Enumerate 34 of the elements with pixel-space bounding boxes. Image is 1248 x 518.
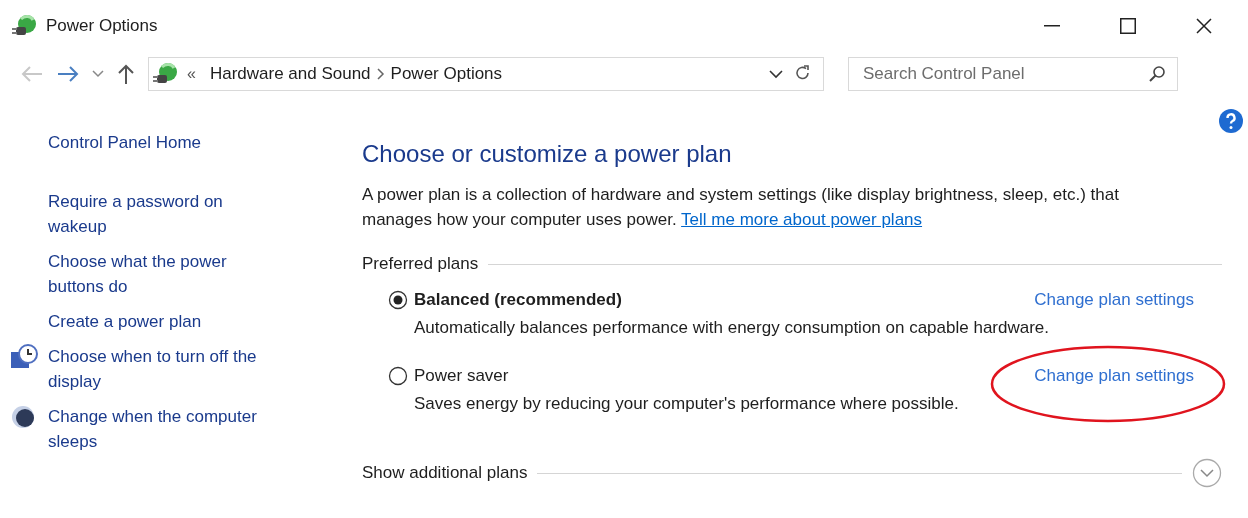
- sidebar-link[interactable]: Change when the computer sleeps: [48, 404, 284, 454]
- minimize-icon[interactable]: [1044, 25, 1060, 27]
- sidebar-link[interactable]: Require a password on wakeup: [48, 189, 284, 239]
- help-icon[interactable]: [1218, 108, 1244, 134]
- sidebar-link[interactable]: Choose what the power buttons do: [48, 249, 284, 299]
- sidebar-link[interactable]: Create a power plan: [48, 309, 284, 334]
- close-icon[interactable]: [1196, 18, 1212, 34]
- breadcrumb[interactable]: Power Options: [384, 64, 509, 84]
- help-link[interactable]: Tell me more about power plans: [681, 210, 923, 229]
- chevron-down-icon[interactable]: [769, 69, 783, 79]
- plan-name: Power saver: [414, 366, 510, 386]
- plan-description: Automatically balances performance with energy consumption on capable hardware.: [414, 318, 1051, 338]
- change-plan-settings-link[interactable]: Change plan settings: [1034, 290, 1194, 310]
- search-field[interactable]: Search Control Panel: [848, 57, 1178, 91]
- clock-monitor-icon: [10, 344, 40, 370]
- group-label: Preferred plans: [362, 254, 479, 274]
- sidebar-link[interactable]: Choose when to turn off the display: [48, 344, 284, 394]
- chevron-right-icon[interactable]: [376, 68, 385, 80]
- sidebar-link[interactable]: Control Panel Home: [48, 130, 284, 155]
- address-bar[interactable]: « Hardware and Sound Power Options: [148, 57, 824, 91]
- show-additional-plans-label: Show additional plans: [362, 463, 528, 483]
- plan-name: Balanced (recommended): [414, 290, 623, 310]
- breadcrumb[interactable]: Hardware and Sound: [203, 64, 377, 84]
- search-icon[interactable]: [1148, 65, 1166, 83]
- moon-icon: [10, 404, 36, 430]
- radio-button[interactable]: [388, 290, 408, 310]
- page-heading: Choose or customize a power plan: [362, 140, 733, 168]
- change-plan-settings-link[interactable]: Change plan settings: [1034, 366, 1194, 386]
- window-title: Power Options: [46, 16, 159, 36]
- plan-description: Saves energy by reducing your computer's performance where possible.: [414, 394, 960, 414]
- description-text: A power plan is a collection of hardware and system settings (like display brightness, sleep, etc.) that manages how your computer uses power. Tell me more about power plans: [362, 184, 1120, 231]
- radio-button[interactable]: [388, 366, 408, 386]
- overflow-chevron[interactable]: «: [187, 65, 196, 83]
- maximize-icon[interactable]: [1120, 18, 1136, 34]
